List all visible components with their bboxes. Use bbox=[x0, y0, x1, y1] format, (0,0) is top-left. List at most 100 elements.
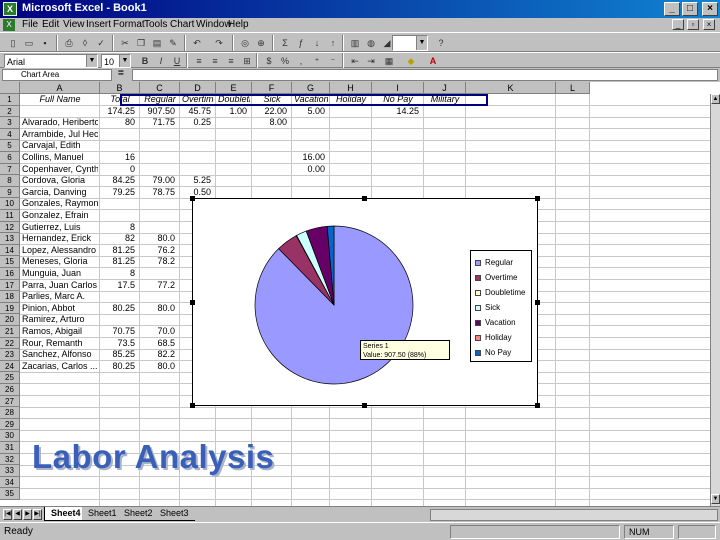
row-header[interactable]: 18 bbox=[0, 291, 20, 303]
row-header[interactable]: 32 bbox=[0, 453, 20, 466]
table-cell[interactable]: Gonzalez, Efrain bbox=[22, 210, 98, 221]
prev-sheet-icon[interactable]: ◀ bbox=[13, 509, 22, 520]
table-cell[interactable]: 16.00 bbox=[294, 152, 328, 163]
chevron-down-icon[interactable]: ▼ bbox=[86, 55, 97, 67]
borders-icon[interactable]: ▦ bbox=[382, 54, 396, 68]
table-cell[interactable]: Carvajal, Edith bbox=[22, 140, 98, 151]
row-header[interactable]: 34 bbox=[0, 476, 20, 489]
table-cell[interactable]: 78.75 bbox=[142, 187, 178, 198]
first-sheet-icon[interactable]: |◀ bbox=[3, 509, 12, 520]
row-header[interactable]: 10 bbox=[0, 198, 20, 210]
table-cell[interactable]: 78.2 bbox=[142, 256, 178, 267]
table-cell[interactable]: 8 bbox=[102, 268, 138, 279]
table-cell[interactable]: 0.25 bbox=[182, 117, 214, 128]
menu-chart[interactable]: Chart bbox=[170, 19, 194, 30]
table-cell[interactable]: Cordova, Gloria bbox=[22, 175, 98, 186]
table-cell[interactable]: 14.25 bbox=[374, 106, 422, 117]
row-header[interactable]: 33 bbox=[0, 465, 20, 477]
table-cell[interactable]: Munguia, Juan bbox=[22, 268, 98, 279]
table-cell[interactable]: Gutierrez, Luis bbox=[22, 222, 98, 233]
align-right-icon[interactable]: ≡ bbox=[224, 54, 238, 68]
column-header[interactable]: D bbox=[180, 82, 216, 94]
row-header[interactable]: 23 bbox=[0, 349, 20, 361]
column-label-cell[interactable]: Full Name bbox=[22, 94, 98, 105]
menu-window[interactable]: Window bbox=[196, 19, 232, 30]
row-header[interactable]: 11 bbox=[0, 210, 20, 222]
bold-icon[interactable]: B bbox=[138, 54, 152, 68]
table-cell[interactable]: Ramos, Abigail bbox=[22, 326, 98, 337]
decrease-decimal-icon[interactable]: ⁻ bbox=[326, 54, 340, 68]
row-header[interactable]: 24 bbox=[0, 360, 20, 373]
table-cell[interactable]: 17.5 bbox=[102, 280, 138, 291]
column-header[interactable]: J bbox=[424, 82, 466, 94]
scroll-up-icon[interactable]: ▲ bbox=[711, 94, 720, 104]
hyperlink-icon[interactable]: ◎ bbox=[238, 36, 252, 50]
table-cell[interactable]: Alvarado, Heriberto bbox=[22, 117, 98, 128]
increase-indent-icon[interactable]: ⇥ bbox=[364, 54, 378, 68]
table-cell[interactable]: 79.25 bbox=[102, 187, 138, 198]
font-select[interactable]: Arial ▼ bbox=[4, 54, 98, 68]
tab-sheet3[interactable]: Sheet3 bbox=[154, 507, 195, 521]
menu-view[interactable]: View bbox=[63, 19, 85, 30]
row-header[interactable]: 14 bbox=[0, 244, 20, 257]
row-header[interactable]: 31 bbox=[0, 442, 20, 454]
row-header[interactable]: 7 bbox=[0, 163, 20, 176]
table-cell[interactable]: Ramirez, Arturo bbox=[22, 314, 98, 325]
row-header[interactable]: 17 bbox=[0, 279, 20, 292]
save-icon[interactable]: ▪ bbox=[38, 36, 52, 50]
menu-file[interactable]: File bbox=[22, 19, 38, 30]
table-cell[interactable]: 85.25 bbox=[102, 349, 138, 360]
chart-legend[interactable]: Regular Overtime Doubletime Sick Vacation Hol… bbox=[470, 250, 532, 362]
menu-format[interactable]: Format bbox=[113, 19, 145, 30]
spelling-icon[interactable]: ✓ bbox=[94, 36, 108, 50]
row-header[interactable]: 6 bbox=[0, 152, 20, 164]
table-cell[interactable]: 71.75 bbox=[142, 117, 178, 128]
undo-icon[interactable]: ↶ bbox=[190, 36, 204, 50]
row-header[interactable]: 21 bbox=[0, 326, 20, 338]
comma-style-icon[interactable]: , bbox=[294, 54, 308, 68]
table-cell[interactable]: 22.00 bbox=[254, 106, 290, 117]
menu-insert[interactable]: Insert bbox=[86, 19, 111, 30]
map-icon[interactable]: ◍ bbox=[364, 36, 378, 50]
align-left-icon[interactable]: ≡ bbox=[192, 54, 206, 68]
table-cell[interactable]: 82 bbox=[102, 233, 138, 244]
row-header[interactable]: 13 bbox=[0, 233, 20, 245]
row-header[interactable]: 27 bbox=[0, 395, 20, 408]
table-cell[interactable]: 70.0 bbox=[142, 326, 178, 337]
table-cell[interactable]: 0 bbox=[102, 164, 138, 175]
row-header[interactable]: 16 bbox=[0, 268, 20, 280]
zoom-select[interactable]: ▼ bbox=[392, 35, 428, 51]
resize-handle[interactable] bbox=[362, 403, 367, 408]
column-header[interactable]: H bbox=[330, 82, 372, 94]
table-cell[interactable]: 1.00 bbox=[218, 106, 250, 117]
redo-icon[interactable]: ↷ bbox=[212, 36, 226, 50]
resize-handle[interactable] bbox=[190, 196, 195, 201]
italic-icon[interactable]: I bbox=[154, 54, 168, 68]
fill-color-icon[interactable]: ◆ bbox=[404, 54, 418, 68]
table-cell[interactable]: Arrambide, Jul Heclo bbox=[22, 129, 98, 140]
resize-handle[interactable] bbox=[535, 300, 540, 305]
table-cell[interactable]: 80 bbox=[102, 117, 138, 128]
row-header[interactable]: 22 bbox=[0, 337, 20, 350]
decrease-indent-icon[interactable]: ⇤ bbox=[348, 54, 362, 68]
row-header[interactable]: 29 bbox=[0, 418, 20, 431]
table-cell[interactable]: Zacarias, Carlos ... bbox=[22, 361, 98, 372]
table-cell[interactable]: Garcia, Danving bbox=[22, 187, 98, 198]
table-cell[interactable]: Copenhaver, Cynthia bbox=[22, 164, 98, 175]
minimize-button[interactable]: _ bbox=[664, 2, 680, 16]
row-header[interactable]: 5 bbox=[0, 140, 20, 152]
paste-icon[interactable]: ▤ bbox=[150, 36, 164, 50]
maximize-button[interactable]: □ bbox=[682, 2, 698, 16]
table-cell[interactable]: Parlies, Marc A. bbox=[22, 291, 98, 302]
doc-minimize-button[interactable]: _ bbox=[672, 19, 684, 30]
font-color-icon[interactable]: A bbox=[426, 54, 440, 68]
table-cell[interactable]: 82.2 bbox=[142, 349, 178, 360]
table-cell[interactable]: 80.25 bbox=[102, 361, 138, 372]
row-header[interactable]: 1 bbox=[0, 94, 20, 106]
table-cell[interactable]: 68.5 bbox=[142, 338, 178, 349]
table-cell[interactable]: 8.00 bbox=[254, 117, 290, 128]
doc-close-button[interactable]: × bbox=[703, 19, 715, 30]
chevron-down-icon[interactable]: ▼ bbox=[119, 55, 130, 67]
resize-handle[interactable] bbox=[535, 403, 540, 408]
menu-help[interactable]: Help bbox=[228, 19, 249, 30]
